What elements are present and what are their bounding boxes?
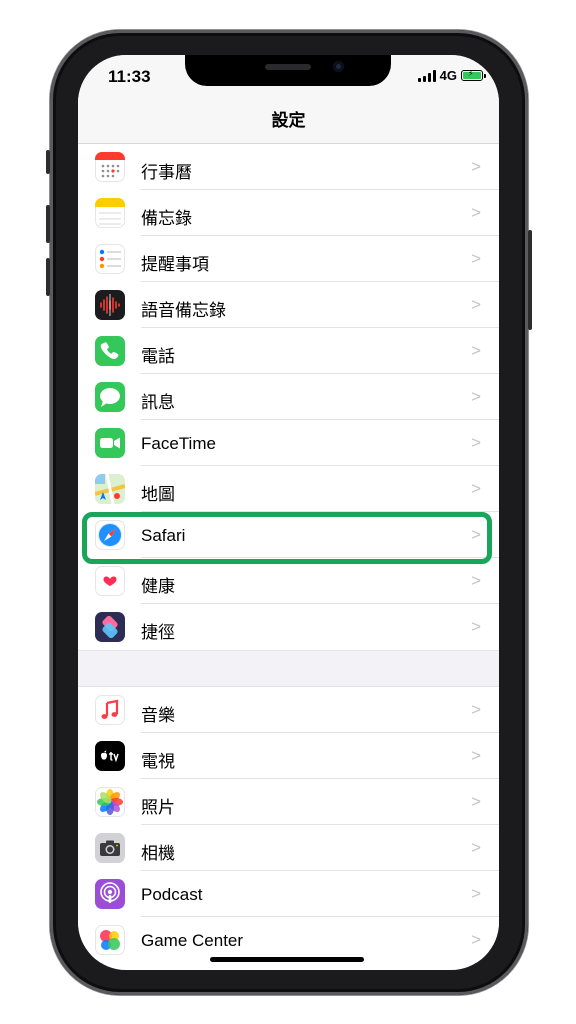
settings-row-maps[interactable]: 地圖 > <box>78 466 499 512</box>
settings-row-tv[interactable]: 電視 > <box>78 733 499 779</box>
chevron-right-icon: > <box>471 746 481 765</box>
settings-row-label: 捷徑 <box>141 623 175 642</box>
settings-group-apps: 行事曆 > 備忘錄 > 提醒事項 > 語音備忘錄 > 電話 > 訊息 > Fac… <box>78 144 499 650</box>
settings-row-calendar[interactable]: 行事曆 > <box>78 144 499 190</box>
settings-row-messages[interactable]: 訊息 > <box>78 374 499 420</box>
health-icon <box>95 566 125 596</box>
chevron-right-icon: > <box>471 157 481 176</box>
chevron-right-icon: > <box>471 433 481 452</box>
calendar-icon <box>95 152 125 182</box>
messages-icon <box>95 382 125 412</box>
settings-row-safari[interactable]: Safari > <box>78 512 499 558</box>
chevron-right-icon: > <box>471 884 481 903</box>
shortcuts-icon <box>95 612 125 642</box>
chevron-right-icon: > <box>471 249 481 268</box>
settings-row-music[interactable]: 音樂 > <box>78 687 499 733</box>
volume-up-button <box>46 205 50 243</box>
notes-icon <box>95 198 125 228</box>
chevron-right-icon: > <box>471 792 481 811</box>
chevron-right-icon: > <box>471 617 481 636</box>
facetime-icon <box>95 428 125 458</box>
settings-row-label: 行事曆 <box>141 163 192 182</box>
settings-row-reminders[interactable]: 提醒事項 > <box>78 236 499 282</box>
settings-row-voice-memos[interactable]: 語音備忘錄 > <box>78 282 499 328</box>
chevron-right-icon: > <box>471 838 481 857</box>
home-indicator[interactable] <box>210 957 364 962</box>
page-title: 設定 <box>271 111 306 130</box>
network-type: 4G <box>439 68 457 83</box>
status-indicators: 4G <box>417 68 486 83</box>
notch <box>185 55 391 86</box>
settings-row-label: 地圖 <box>141 485 175 504</box>
reminders-icon <box>95 244 125 274</box>
chevron-right-icon: > <box>471 479 481 498</box>
photos-icon <box>95 787 125 817</box>
game-center-icon <box>95 925 125 955</box>
chevron-right-icon: > <box>471 525 481 544</box>
settings-row-label: 提醒事項 <box>141 255 209 274</box>
group-separator <box>78 650 499 687</box>
settings-row-label: Podcast <box>141 885 203 904</box>
signal-icon <box>417 69 436 82</box>
chevron-right-icon: > <box>471 387 481 406</box>
chevron-right-icon: > <box>471 203 481 222</box>
power-button <box>528 230 532 330</box>
music-icon <box>95 695 125 725</box>
phone-screen: 11:33 4G 設定 行事曆 > <box>78 55 499 970</box>
safari-icon <box>95 520 125 550</box>
camera-icon <box>95 833 125 863</box>
chevron-right-icon: > <box>471 341 481 360</box>
tv-icon <box>95 741 125 771</box>
settings-row-camera[interactable]: 相機 > <box>78 825 499 871</box>
speaker-grille <box>265 64 311 70</box>
navigation-bar: 設定 <box>78 99 499 144</box>
podcast-icon <box>95 879 125 909</box>
settings-row-phone[interactable]: 電話 > <box>78 328 499 374</box>
status-time: 11:33 <box>108 67 151 86</box>
settings-row-label: 備忘錄 <box>141 209 192 228</box>
settings-row-label: Safari <box>141 526 186 545</box>
settings-row-label: 訊息 <box>141 393 175 412</box>
settings-row-label: 健康 <box>141 577 175 596</box>
chevron-right-icon: > <box>471 295 481 314</box>
settings-row-label: 電話 <box>141 347 175 366</box>
settings-row-label: 電視 <box>141 752 175 771</box>
volume-down-button <box>46 258 50 296</box>
settings-group-media: 音樂 > 電視 > 照片 > 相機 > Podcast > Game Cente… <box>78 687 499 963</box>
settings-row-shortcuts[interactable]: 捷徑 > <box>78 604 499 650</box>
chevron-right-icon: > <box>471 700 481 719</box>
settings-row-label: Game Center <box>141 931 244 950</box>
battery-icon <box>461 69 486 81</box>
settings-row-label: 音樂 <box>141 706 175 725</box>
settings-row-photos[interactable]: 照片 > <box>78 779 499 825</box>
mute-switch <box>46 150 50 174</box>
chevron-right-icon: > <box>471 571 481 590</box>
front-camera <box>333 61 344 72</box>
settings-list: 行事曆 > 備忘錄 > 提醒事項 > 語音備忘錄 > 電話 > 訊息 > Fac… <box>78 144 499 963</box>
voice-memos-icon <box>95 290 125 320</box>
settings-row-label: FaceTime <box>141 434 216 453</box>
settings-row-facetime[interactable]: FaceTime > <box>78 420 499 466</box>
settings-row-health[interactable]: 健康 > <box>78 558 499 604</box>
phone-icon <box>95 336 125 366</box>
chevron-right-icon: > <box>471 930 481 949</box>
settings-row-podcast[interactable]: Podcast > <box>78 871 499 917</box>
settings-row-label: 語音備忘錄 <box>141 301 226 320</box>
settings-row-notes[interactable]: 備忘錄 > <box>78 190 499 236</box>
settings-row-label: 相機 <box>141 844 175 863</box>
settings-row-label: 照片 <box>141 798 175 817</box>
maps-icon <box>95 474 125 504</box>
